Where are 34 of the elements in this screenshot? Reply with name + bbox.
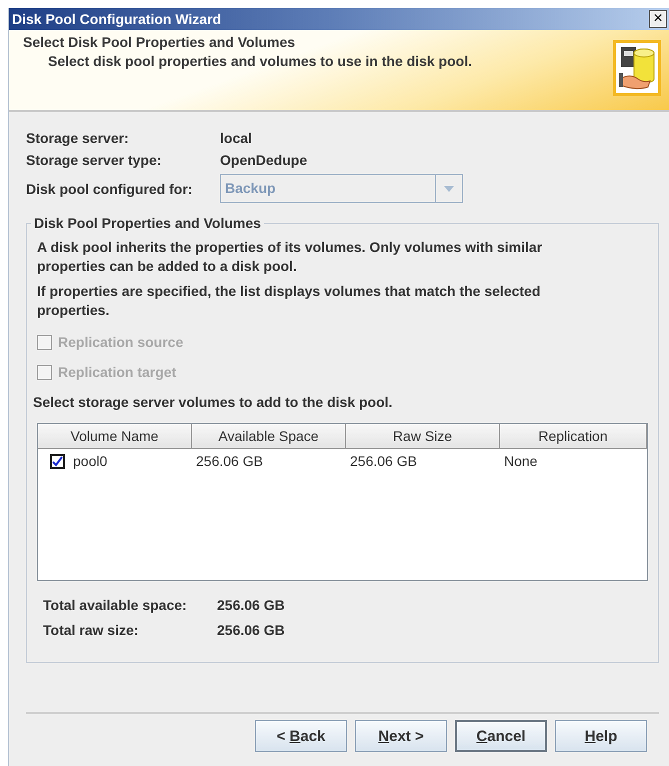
checkbox-label: Replication target: [58, 364, 176, 380]
field-label: Disk pool configured for:: [26, 180, 194, 196]
column-header[interactable]: Raw Size: [346, 424, 500, 449]
table-caption: Select storage server volumes to add to the disk pool.: [33, 394, 394, 410]
total-value: 256.06 GB: [217, 597, 286, 613]
header-title: Select Disk Pool Properties and Volumes: [23, 34, 296, 50]
column-header[interactable]: Available Space: [192, 424, 346, 449]
field-value: OpenDedupe: [220, 152, 308, 168]
column-header[interactable]: Replication: [500, 424, 647, 449]
field-label: Storage server:: [26, 130, 130, 146]
table-cell: pool0: [73, 453, 108, 469]
group-title: Disk Pool Properties and Volumes: [31, 215, 264, 231]
field-value: local: [220, 130, 253, 146]
wizard-button[interactable]: Next >: [355, 720, 447, 752]
wizard-button[interactable]: < Back: [255, 720, 347, 752]
description-text: A disk pool inherits the properties of its volumes. Only volumes with similar properties can be added to a disk pool.: [37, 238, 544, 276]
checkbox-label: Replication source: [58, 334, 184, 350]
checkbox[interactable]: [50, 454, 65, 468]
window-title: Disk Pool Configuration Wizard: [12, 11, 222, 27]
close-button[interactable]: ×: [649, 10, 667, 28]
column-header[interactable]: Volume Name: [38, 424, 192, 449]
table-cell: 256.06 GB: [196, 453, 263, 469]
table-cell: None: [504, 453, 538, 469]
table-cell: 256.06 GB: [350, 453, 417, 469]
total-label: Total raw size:: [43, 622, 140, 638]
total-value: 256.06 GB: [217, 622, 286, 638]
description-text: If properties are specified, the list displays volumes that match the selected properties.: [37, 282, 542, 320]
total-label: Total available space:: [43, 597, 188, 613]
header-subtitle: Select disk pool properties and volumes to use in the disk pool.: [47, 53, 472, 69]
field-label: Storage server type:: [26, 152, 162, 168]
disk-pool-icon: [613, 40, 661, 96]
wizard-button[interactable]: Cancel: [455, 720, 547, 752]
caret-icon: [444, 186, 454, 192]
wizard-button[interactable]: Help: [555, 720, 647, 752]
